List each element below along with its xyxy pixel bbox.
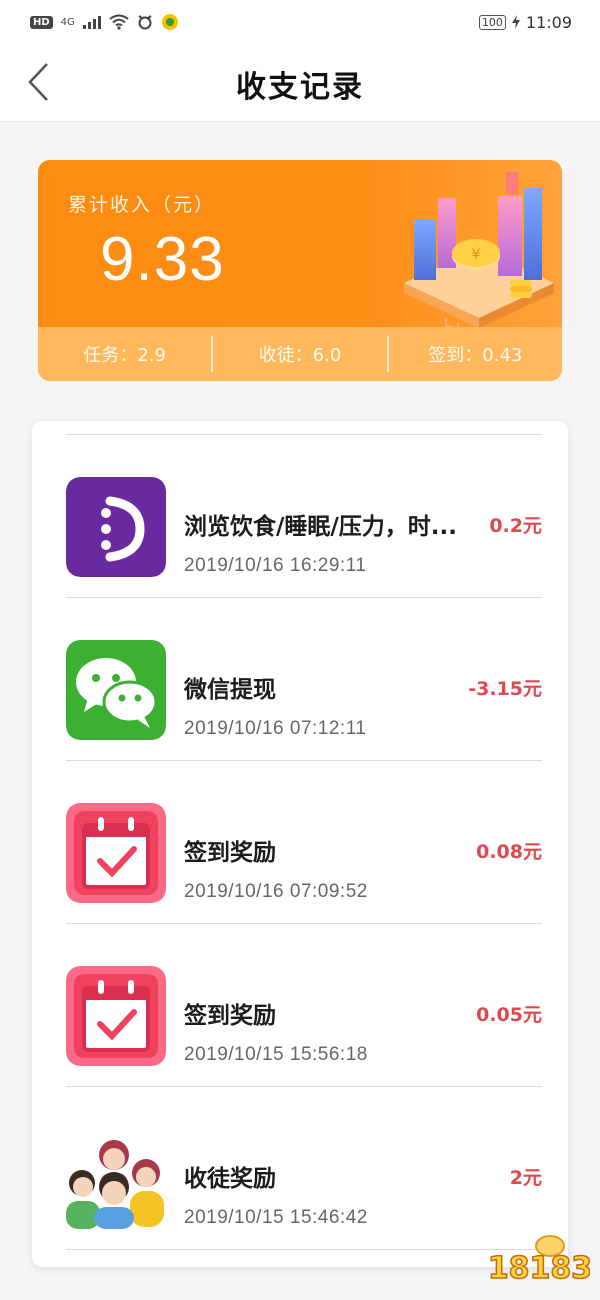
record-time: 2019/10/15 15:56:18 [184, 1044, 368, 1065]
list-item[interactable]: 收徒奖励 2019/10/15 15:46:42 2元 [66, 1087, 542, 1250]
total-income-value: 9.33 [100, 225, 225, 294]
stat-checkin: 签到：0.43 [428, 345, 523, 366]
record-title: 收徒奖励 [184, 1166, 276, 1192]
records-list: 浏览饮食/睡眠/压力，时... 2019/10/16 16:29:11 0.2元… [32, 421, 568, 1267]
income-summary-card: 累计收入（元） 9.33 ¥ 任务：2.9 收徒：6.0 签到：0.43 [38, 160, 562, 381]
hd-badge: HD [30, 15, 53, 29]
record-time: 2019/10/15 15:46:42 [184, 1207, 368, 1228]
network-type: 4G [60, 16, 75, 28]
record-time: 2019/10/16 07:09:52 [184, 881, 368, 902]
wechat-icon [66, 640, 166, 740]
page-title: 收支记录 [236, 70, 364, 105]
total-income-label: 累计收入（元） [68, 194, 216, 216]
battery-indicator: 100 [478, 14, 506, 30]
watermark-logo-icon: 18183 [490, 1235, 590, 1287]
record-amount: 0.05元 [476, 1004, 542, 1026]
record-title: 签到奖励 [184, 1003, 276, 1029]
record-amount: 2元 [509, 1167, 542, 1189]
alarm-icon [138, 15, 152, 30]
list-item[interactable]: 微信提现 2019/10/16 07:12:11 -3.15元 [66, 598, 542, 761]
record-title: 微信提现 [184, 677, 276, 703]
nav-bar: 收支记录 [0, 44, 600, 122]
city-coin-illustration-icon: ¥ [404, 172, 554, 338]
record-title: 签到奖励 [184, 840, 276, 866]
app-notification-icon [161, 14, 178, 30]
signal-icon [82, 15, 101, 29]
record-title: 浏览饮食/睡眠/压力，时... [184, 514, 458, 540]
income-breakdown-bar: 任务：2.9 收徒：6.0 签到：0.43 [38, 327, 562, 381]
list-item[interactable]: 签到奖励 2019/10/15 15:56:18 0.05元 [66, 924, 542, 1087]
status-left: HD 4G [30, 13, 179, 31]
status-right: 100 11:09 [478, 12, 572, 32]
people-group-icon [66, 1129, 166, 1229]
record-amount: 0.2元 [489, 515, 542, 537]
record-amount: 0.08元 [476, 841, 542, 863]
health-app-icon [66, 477, 166, 577]
charging-icon [511, 15, 520, 29]
list-item[interactable]: 浏览饮食/睡眠/压力，时... 2019/10/16 16:29:11 0.2元 [66, 435, 542, 598]
svg-text:18183: 18183 [490, 1251, 590, 1286]
divider [66, 1249, 542, 1250]
status-bar: HD 4G 100 11:09 [0, 0, 600, 44]
record-amount: -3.15元 [468, 678, 542, 700]
list-item[interactable]: 签到奖励 2019/10/16 07:09:52 0.08元 [66, 761, 542, 924]
calendar-check-icon [66, 966, 166, 1066]
calendar-check-icon [66, 803, 166, 903]
record-time: 2019/10/16 07:12:11 [184, 718, 367, 739]
wifi-icon [109, 14, 129, 30]
svg-text:¥: ¥ [472, 247, 481, 263]
stat-task: 任务：2.9 [83, 345, 166, 366]
stat-apprentice: 收徒：6.0 [258, 345, 342, 366]
clock: 11:09 [525, 12, 572, 32]
record-time: 2019/10/16 16:29:11 [184, 555, 367, 576]
